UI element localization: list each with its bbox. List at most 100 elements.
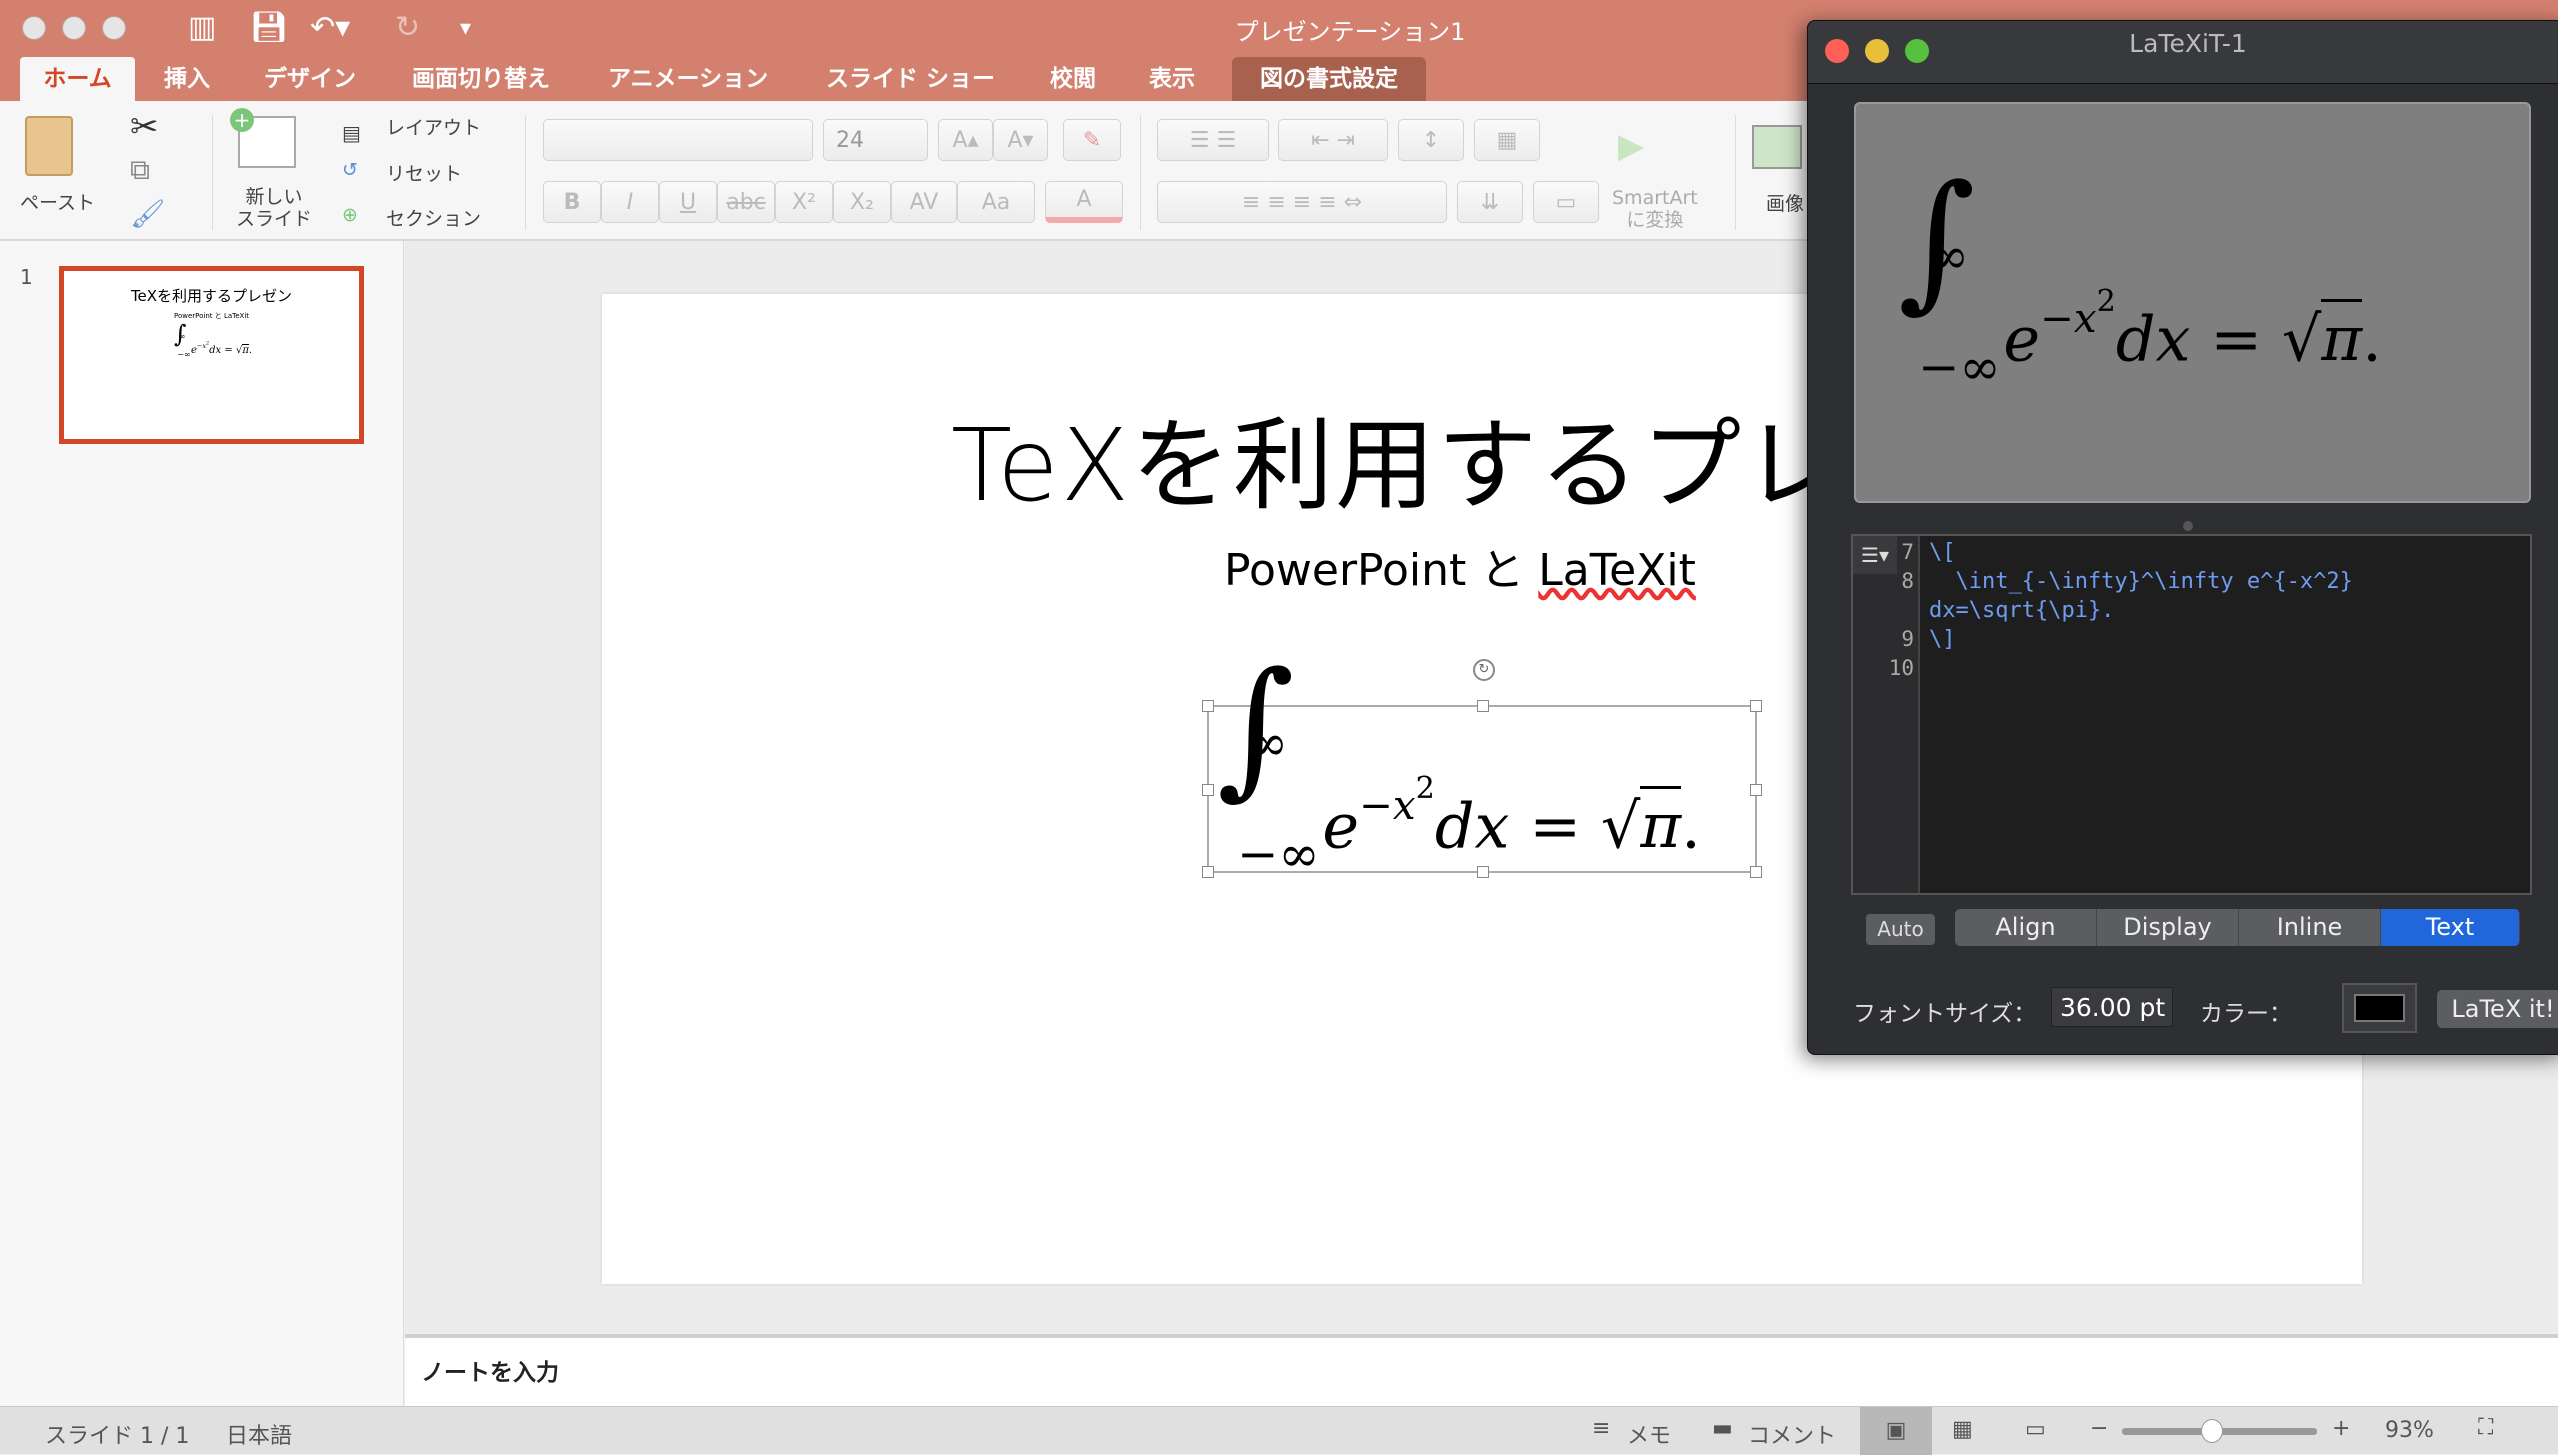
columns-button[interactable]: ▦ <box>1474 119 1540 161</box>
latex-it-button[interactable]: LaTeX it! <box>2437 990 2558 1028</box>
slide-sorter-icon[interactable]: ▦ <box>1952 1417 1973 1442</box>
tab-view[interactable]: 表示 <box>1135 57 1209 101</box>
code-line: \int_{-\infty}^\infty e^{-x^2} <box>1929 569 2353 594</box>
resize-handle[interactable] <box>1202 784 1214 796</box>
slide-thumbnail[interactable]: TeXを利用するプレゼン PowerPoint と LaTeXit ∫ ∞ −∞ e… <box>59 266 364 444</box>
resize-handle[interactable] <box>1750 700 1762 712</box>
clear-format-icon[interactable]: ✎ <box>1063 119 1121 161</box>
resize-handle[interactable] <box>1750 866 1762 878</box>
rotate-handle-icon[interactable]: ↻ <box>1473 659 1495 681</box>
font-size-select[interactable]: 24 <box>823 119 928 161</box>
latexit-preview[interactable]: ∫ ∞ −∞ e−x2dx = √π. <box>1854 102 2531 503</box>
font-color-button[interactable]: A <box>1045 181 1123 223</box>
sidebar-toggle-icon[interactable]: ▥ <box>188 10 216 45</box>
tab-animations[interactable]: アニメーション <box>594 57 782 101</box>
tab-transitions[interactable]: 画面切り替え <box>398 57 564 101</box>
smartart-icon[interactable]: ▶ <box>1618 126 1644 166</box>
layout-icon[interactable]: ▤ <box>342 121 361 145</box>
equation-image-selection[interactable]: ↻ ∫ ∞ −∞ e−x2dx = √π. <box>1202 653 1762 883</box>
slide-number: 1 <box>20 265 33 289</box>
format-painter-icon[interactable]: 🖌︎ <box>130 197 166 230</box>
notes-button[interactable]: メモ <box>1627 1418 1671 1450</box>
change-case-button[interactable]: Aa <box>957 181 1035 223</box>
zoom-button[interactable] <box>102 16 126 40</box>
superscript-button[interactable]: X² <box>775 181 833 223</box>
copy-icon[interactable]: ⧉ <box>130 153 150 187</box>
bullets-button[interactable]: ☰ ☰ <box>1157 119 1269 161</box>
picture-button[interactable]: 画像 <box>1766 189 1804 216</box>
mode-text[interactable]: Text <box>2381 909 2520 946</box>
comments-button[interactable]: コメント <box>1748 1418 1836 1450</box>
split-handle[interactable] <box>2183 521 2193 531</box>
align-text-button[interactable]: ▭ <box>1533 181 1599 223</box>
notes-icon[interactable]: ≡ <box>1592 1416 1610 1441</box>
zoom-in-icon[interactable]: + <box>2332 1416 2350 1441</box>
italic-button[interactable]: I <box>601 181 659 223</box>
font-name-select[interactable] <box>543 119 813 161</box>
color-well[interactable] <box>2342 983 2417 1033</box>
zoom-slider-thumb[interactable] <box>2200 1419 2223 1443</box>
tab-picture-format[interactable]: 図の書式設定 <box>1232 57 1426 101</box>
new-slide-label[interactable]: 新しい スライド <box>236 186 312 230</box>
text-direction-button[interactable]: ⇊ <box>1457 181 1523 223</box>
grow-font-button[interactable]: A▴ <box>938 119 993 161</box>
slide-indicator: スライド 1 / 1 <box>45 1424 190 1449</box>
cut-icon[interactable]: ✂ <box>130 107 159 147</box>
paste-label[interactable]: ペースト <box>20 188 95 215</box>
underline-button[interactable]: U <box>659 181 717 223</box>
resize-handle[interactable] <box>1202 866 1214 878</box>
picture-icon[interactable] <box>1752 125 1802 169</box>
reset-button[interactable]: リセット <box>386 159 462 186</box>
alignment-buttons[interactable]: ≡ ≡ ≡ ≡ ⇔ <box>1157 181 1447 223</box>
section-button[interactable]: セクション <box>386 204 481 231</box>
bold-button[interactable]: B <box>543 181 601 223</box>
customize-icon[interactable]: ▾ <box>460 16 471 41</box>
tab-insert[interactable]: 挿入 <box>150 57 224 101</box>
thumbnail-title: TeXを利用するプレゼン <box>130 287 293 305</box>
latex-source-editor[interactable]: ☰▾ 7 8 9 10 \[ \int_{-\infty}^\infty e^{… <box>1851 534 2532 895</box>
line-spacing-button[interactable]: ↕ <box>1398 119 1464 161</box>
new-slide-icon[interactable]: + <box>230 108 296 168</box>
indent-buttons[interactable]: ⇤ ⇥ <box>1278 119 1388 161</box>
tab-review[interactable]: 校閲 <box>1036 57 1110 101</box>
comment-icon[interactable]: ▬ <box>1712 1416 1733 1441</box>
tab-home[interactable]: ホーム <box>20 57 135 101</box>
save-icon[interactable]: 💾︎ <box>250 10 288 45</box>
divider <box>1140 115 1141 230</box>
resize-handle[interactable] <box>1477 700 1489 712</box>
notes-placeholder[interactable]: ノートを入力 <box>421 1353 559 1387</box>
zoom-out-icon[interactable]: − <box>2090 1416 2108 1441</box>
notes-pane[interactable]: ノートを入力 <box>405 1334 2558 1406</box>
zoom-slider[interactable] <box>2122 1419 2317 1443</box>
code-line: dx=\sqrt{\pi}. <box>1929 598 2115 623</box>
layout-button[interactable]: レイアウト <box>386 113 481 140</box>
redo-icon[interactable]: ↻ <box>395 10 420 45</box>
subscript-button[interactable]: X₂ <box>833 181 891 223</box>
minimize-button[interactable] <box>62 16 86 40</box>
reset-icon[interactable]: ↺ <box>342 159 358 181</box>
section-icon[interactable]: ⊕ <box>342 204 358 226</box>
mode-inline[interactable]: Inline <box>2239 909 2381 946</box>
language-indicator[interactable]: 日本語 <box>226 1418 292 1450</box>
smartart-button[interactable]: SmartArt に変換 <box>1612 187 1698 231</box>
font-size-field[interactable]: 36.00 pt <box>2051 987 2173 1027</box>
fit-to-window-icon[interactable]: ⛶ <box>2478 1415 2493 1440</box>
character-spacing-button[interactable]: AV <box>891 181 957 223</box>
mode-display[interactable]: Display <box>2097 909 2239 946</box>
resize-handle[interactable] <box>1202 700 1214 712</box>
mode-align[interactable]: Align <box>1955 909 2097 946</box>
presenter-view-icon[interactable]: ▭ <box>2025 1417 2046 1442</box>
auto-button[interactable]: Auto <box>1866 914 1935 945</box>
resize-handle[interactable] <box>1477 866 1489 878</box>
strikethrough-button[interactable]: abc <box>717 181 775 223</box>
close-button[interactable] <box>22 16 46 40</box>
normal-view-icon[interactable]: ▣ <box>1860 1407 1932 1455</box>
undo-icon[interactable]: ↶▾ <box>310 10 350 45</box>
tab-slideshow[interactable]: スライド ショー <box>812 57 1009 101</box>
resize-handle[interactable] <box>1750 784 1762 796</box>
zoom-percentage[interactable]: 93% <box>2385 1418 2434 1443</box>
paste-icon[interactable] <box>25 116 73 176</box>
slide-subtitle[interactable]: PowerPoint と LaTeXit <box>1224 534 1696 598</box>
tab-design[interactable]: デザイン <box>250 57 370 101</box>
shrink-font-button[interactable]: A▾ <box>993 119 1048 161</box>
